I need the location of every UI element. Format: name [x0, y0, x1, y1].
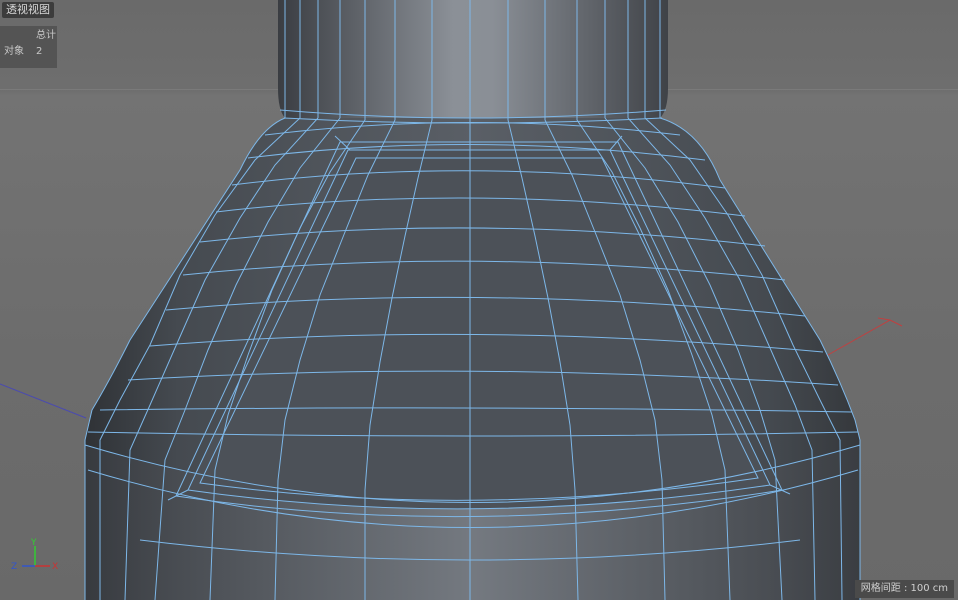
- stats-header: 总计: [36, 30, 56, 41]
- grid-spacing-label: 网格间距 : 100 cm: [854, 580, 954, 598]
- axis-gizmo: Y X Z: [11, 538, 58, 572]
- stats-panel: 总计 对象 2: [0, 26, 57, 68]
- stats-objects-label: 对象: [4, 46, 24, 57]
- gizmo-z-label: Z: [11, 562, 17, 572]
- gizmo-x-label: X: [52, 562, 58, 572]
- z-axis-line: [0, 383, 87, 419]
- perspective-viewport[interactable]: Y X Z 透视视图 总计 对象 2 网格间距 : 100 cm: [0, 0, 958, 600]
- bottle-neck[interactable]: [278, 0, 668, 118]
- viewport-title[interactable]: 透视视图: [2, 2, 54, 18]
- 3d-scene[interactable]: Y X Z: [0, 0, 958, 600]
- x-axis-line: [825, 319, 891, 357]
- stats-objects-value: 2: [36, 46, 43, 57]
- gizmo-y-label: Y: [30, 538, 37, 548]
